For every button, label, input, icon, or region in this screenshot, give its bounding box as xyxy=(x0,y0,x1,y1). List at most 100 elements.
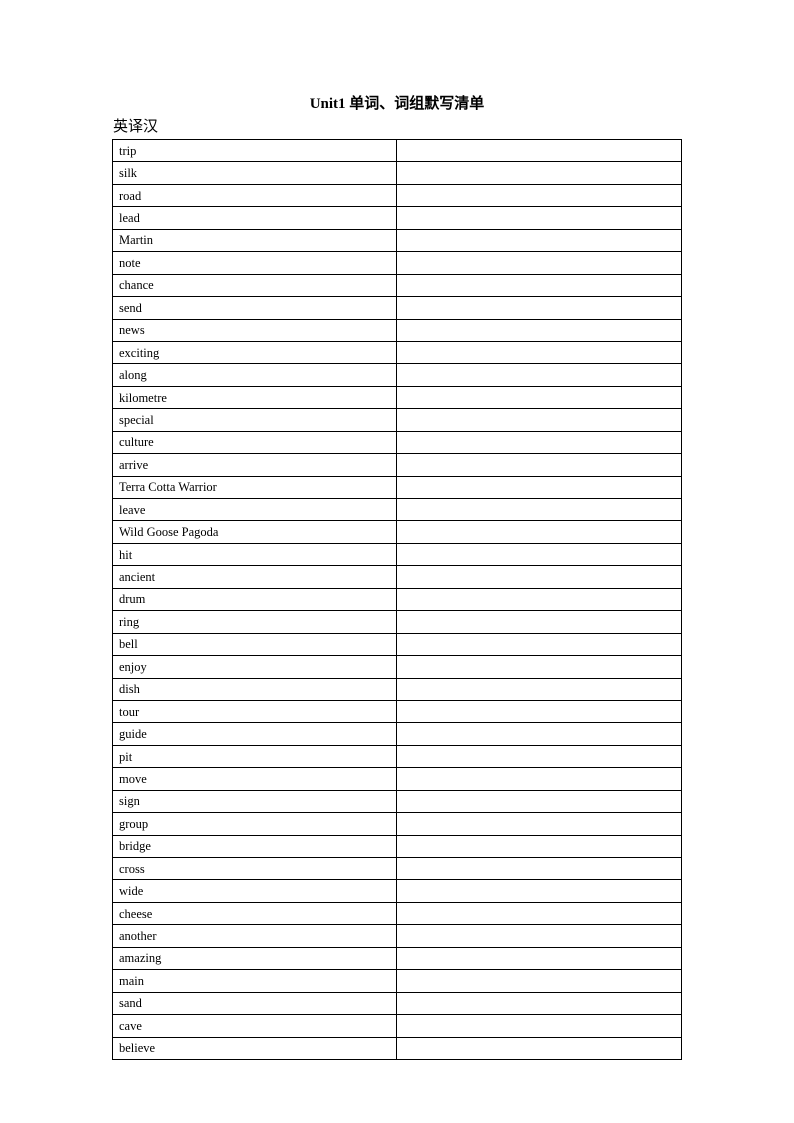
vocabulary-word-cell: enjoy xyxy=(112,655,397,679)
table-row: move xyxy=(112,767,682,791)
vocabulary-word-cell: Martin xyxy=(112,228,397,253)
translation-answer-cell[interactable] xyxy=(396,991,682,1016)
translation-answer-cell[interactable] xyxy=(396,587,682,612)
page-title: Unit1 单词、词组默写清单 xyxy=(309,96,485,112)
table-row: sign xyxy=(112,789,682,814)
vocabulary-word-cell: sign xyxy=(112,789,397,814)
table-row: silk xyxy=(112,161,682,185)
table-row: enjoy xyxy=(112,655,682,679)
vocabulary-word-cell: bell xyxy=(112,632,397,657)
vocabulary-word-cell: note xyxy=(112,251,397,275)
table-row: ring xyxy=(112,610,682,634)
translation-answer-cell[interactable] xyxy=(396,722,682,746)
table-row: send xyxy=(112,296,682,320)
table-row: kilometre xyxy=(112,385,682,410)
translation-answer-cell[interactable] xyxy=(396,251,682,275)
vocabulary-word-cell: send xyxy=(112,296,397,320)
translation-answer-cell[interactable] xyxy=(396,363,682,387)
table-row: Martin xyxy=(112,228,682,253)
translation-answer-cell[interactable] xyxy=(396,812,682,836)
translation-answer-cell[interactable] xyxy=(396,296,682,320)
vocabulary-word-cell: Wild Goose Pagoda xyxy=(112,520,397,544)
translation-answer-cell[interactable] xyxy=(396,767,682,791)
table-row: wide xyxy=(112,879,682,903)
translation-answer-cell[interactable] xyxy=(396,834,682,859)
table-row: hit xyxy=(112,542,682,567)
table-row: along xyxy=(112,363,682,387)
vocabulary-word-cell: chance xyxy=(112,273,397,298)
table-row: cheese xyxy=(112,901,682,926)
vocabulary-word-cell: bridge xyxy=(112,834,397,859)
table-row: cave xyxy=(112,1014,682,1038)
table-row: trip xyxy=(112,138,682,163)
translation-answer-cell[interactable] xyxy=(396,632,682,657)
vocabulary-word-cell: exciting xyxy=(112,340,397,365)
vocabulary-word-cell: leave xyxy=(112,497,397,522)
translation-answer-cell[interactable] xyxy=(396,206,682,230)
translation-answer-cell[interactable] xyxy=(396,542,682,567)
table-row: believe xyxy=(112,1036,682,1060)
translation-answer-cell[interactable] xyxy=(396,677,682,701)
translation-answer-cell[interactable] xyxy=(396,385,682,410)
translation-answer-cell[interactable] xyxy=(396,924,682,948)
vocabulary-word-cell: silk xyxy=(112,161,397,185)
translation-answer-cell[interactable] xyxy=(396,318,682,342)
translation-answer-cell[interactable] xyxy=(396,520,682,544)
translation-answer-cell[interactable] xyxy=(396,856,682,881)
table-row: special xyxy=(112,408,682,432)
translation-answer-cell[interactable] xyxy=(396,161,682,185)
table-row: Wild Goose Pagoda xyxy=(112,520,682,544)
vocabulary-word-cell: wide xyxy=(112,879,397,903)
vocabulary-table-body: trip silk road lead Martin note chance send news… xyxy=(112,138,682,1060)
vocabulary-word-cell: kilometre xyxy=(112,385,397,410)
translation-answer-cell[interactable] xyxy=(396,453,682,477)
table-row: road xyxy=(112,183,682,208)
translation-answer-cell[interactable] xyxy=(396,475,682,500)
vocabulary-word-cell: dish xyxy=(112,677,397,701)
translation-answer-cell[interactable] xyxy=(396,744,682,769)
table-row: guide xyxy=(112,722,682,746)
translation-answer-cell[interactable] xyxy=(396,879,682,903)
translation-answer-cell[interactable] xyxy=(396,1014,682,1038)
translation-answer-cell[interactable] xyxy=(396,497,682,522)
table-row: amazing xyxy=(112,946,682,971)
vocabulary-word-cell: tour xyxy=(112,699,397,724)
table-row: lead xyxy=(112,206,682,230)
translation-answer-cell[interactable] xyxy=(396,408,682,432)
table-row: news xyxy=(112,318,682,342)
translation-answer-cell[interactable] xyxy=(396,789,682,814)
vocabulary-word-cell: lead xyxy=(112,206,397,230)
table-row: Terra Cotta Warrior xyxy=(112,475,682,500)
translation-answer-cell[interactable] xyxy=(396,969,682,993)
vocabulary-word-cell: pit xyxy=(112,744,397,769)
vocabulary-word-cell: sand xyxy=(112,991,397,1016)
translation-answer-cell[interactable] xyxy=(396,655,682,679)
translation-answer-cell[interactable] xyxy=(396,273,682,298)
translation-answer-cell[interactable] xyxy=(396,228,682,253)
table-row: chance xyxy=(112,273,682,298)
vocabulary-word-cell: news xyxy=(112,318,397,342)
translation-answer-cell[interactable] xyxy=(396,699,682,724)
table-row: ancient xyxy=(112,565,682,589)
vocabulary-word-cell: main xyxy=(112,969,397,993)
table-row: another xyxy=(112,924,682,948)
translation-answer-cell[interactable] xyxy=(396,340,682,365)
translation-answer-cell[interactable] xyxy=(396,138,682,163)
translation-answer-cell[interactable] xyxy=(396,565,682,589)
vocabulary-word-cell: hit xyxy=(112,542,397,567)
translation-answer-cell[interactable] xyxy=(396,610,682,634)
table-row: pit xyxy=(112,744,682,769)
translation-answer-cell[interactable] xyxy=(396,430,682,455)
table-row: bridge xyxy=(112,834,682,859)
translation-answer-cell[interactable] xyxy=(396,901,682,926)
vocabulary-word-cell: cheese xyxy=(112,901,397,926)
table-row: arrive xyxy=(112,453,682,477)
vocabulary-word-cell: amazing xyxy=(112,946,397,971)
translation-answer-cell[interactable] xyxy=(396,946,682,971)
vocabulary-word-cell: ancient xyxy=(112,565,397,589)
vocabulary-word-cell: cave xyxy=(112,1014,397,1038)
table-row: sand xyxy=(112,991,682,1016)
vocabulary-word-cell: trip xyxy=(112,138,397,163)
translation-answer-cell[interactable] xyxy=(396,1036,682,1060)
translation-answer-cell[interactable] xyxy=(396,183,682,208)
